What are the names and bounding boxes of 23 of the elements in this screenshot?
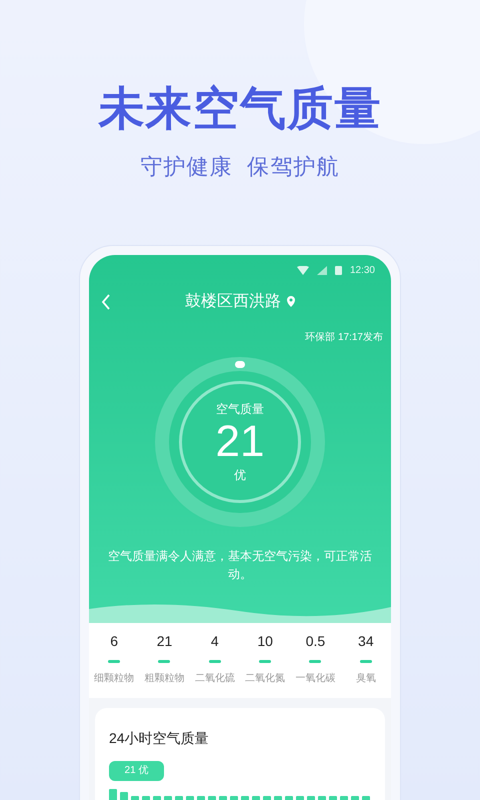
pollutant-name: 二氧化氮 bbox=[245, 672, 286, 686]
pollutant-name: 二氧化硫 bbox=[194, 672, 235, 686]
pollutant-name: 粗颗粒物 bbox=[144, 672, 184, 686]
pollutant-value: 6 bbox=[110, 632, 118, 650]
hourly-title: 24小时空气质量 bbox=[109, 728, 210, 748]
pollutant-value: 34 bbox=[358, 632, 374, 650]
pollutant-name: 一氧化碳 bbox=[295, 672, 336, 686]
aqi-badge: 21 优 bbox=[109, 760, 164, 780]
gauge-label: 空气质量 bbox=[216, 400, 264, 418]
headline: 未来空气质量 bbox=[98, 81, 382, 136]
pollutant-value: 10 bbox=[257, 632, 273, 650]
aqi-grade: 优 bbox=[234, 466, 246, 484]
publish-time: 环保部 17:17发布 bbox=[305, 330, 383, 344]
subtitle: 守护健康 保驾护航 bbox=[140, 152, 340, 180]
pollutant-value: 4 bbox=[210, 632, 219, 650]
location-title: 鼓楼区西洪路 bbox=[185, 292, 281, 312]
pollutant-name: 臭氧 bbox=[356, 672, 376, 686]
pollutant-value: 21 bbox=[156, 632, 172, 650]
air-quality-description: 空气质量满令人满意，基本无空气污染，可正常活动。 bbox=[107, 548, 373, 582]
pollutant-name: 细颗粒物 bbox=[94, 672, 134, 686]
pollutant-value: 0.5 bbox=[306, 632, 326, 650]
status-time: 12:30 bbox=[350, 264, 375, 278]
aqi-value: 21 bbox=[216, 418, 264, 466]
